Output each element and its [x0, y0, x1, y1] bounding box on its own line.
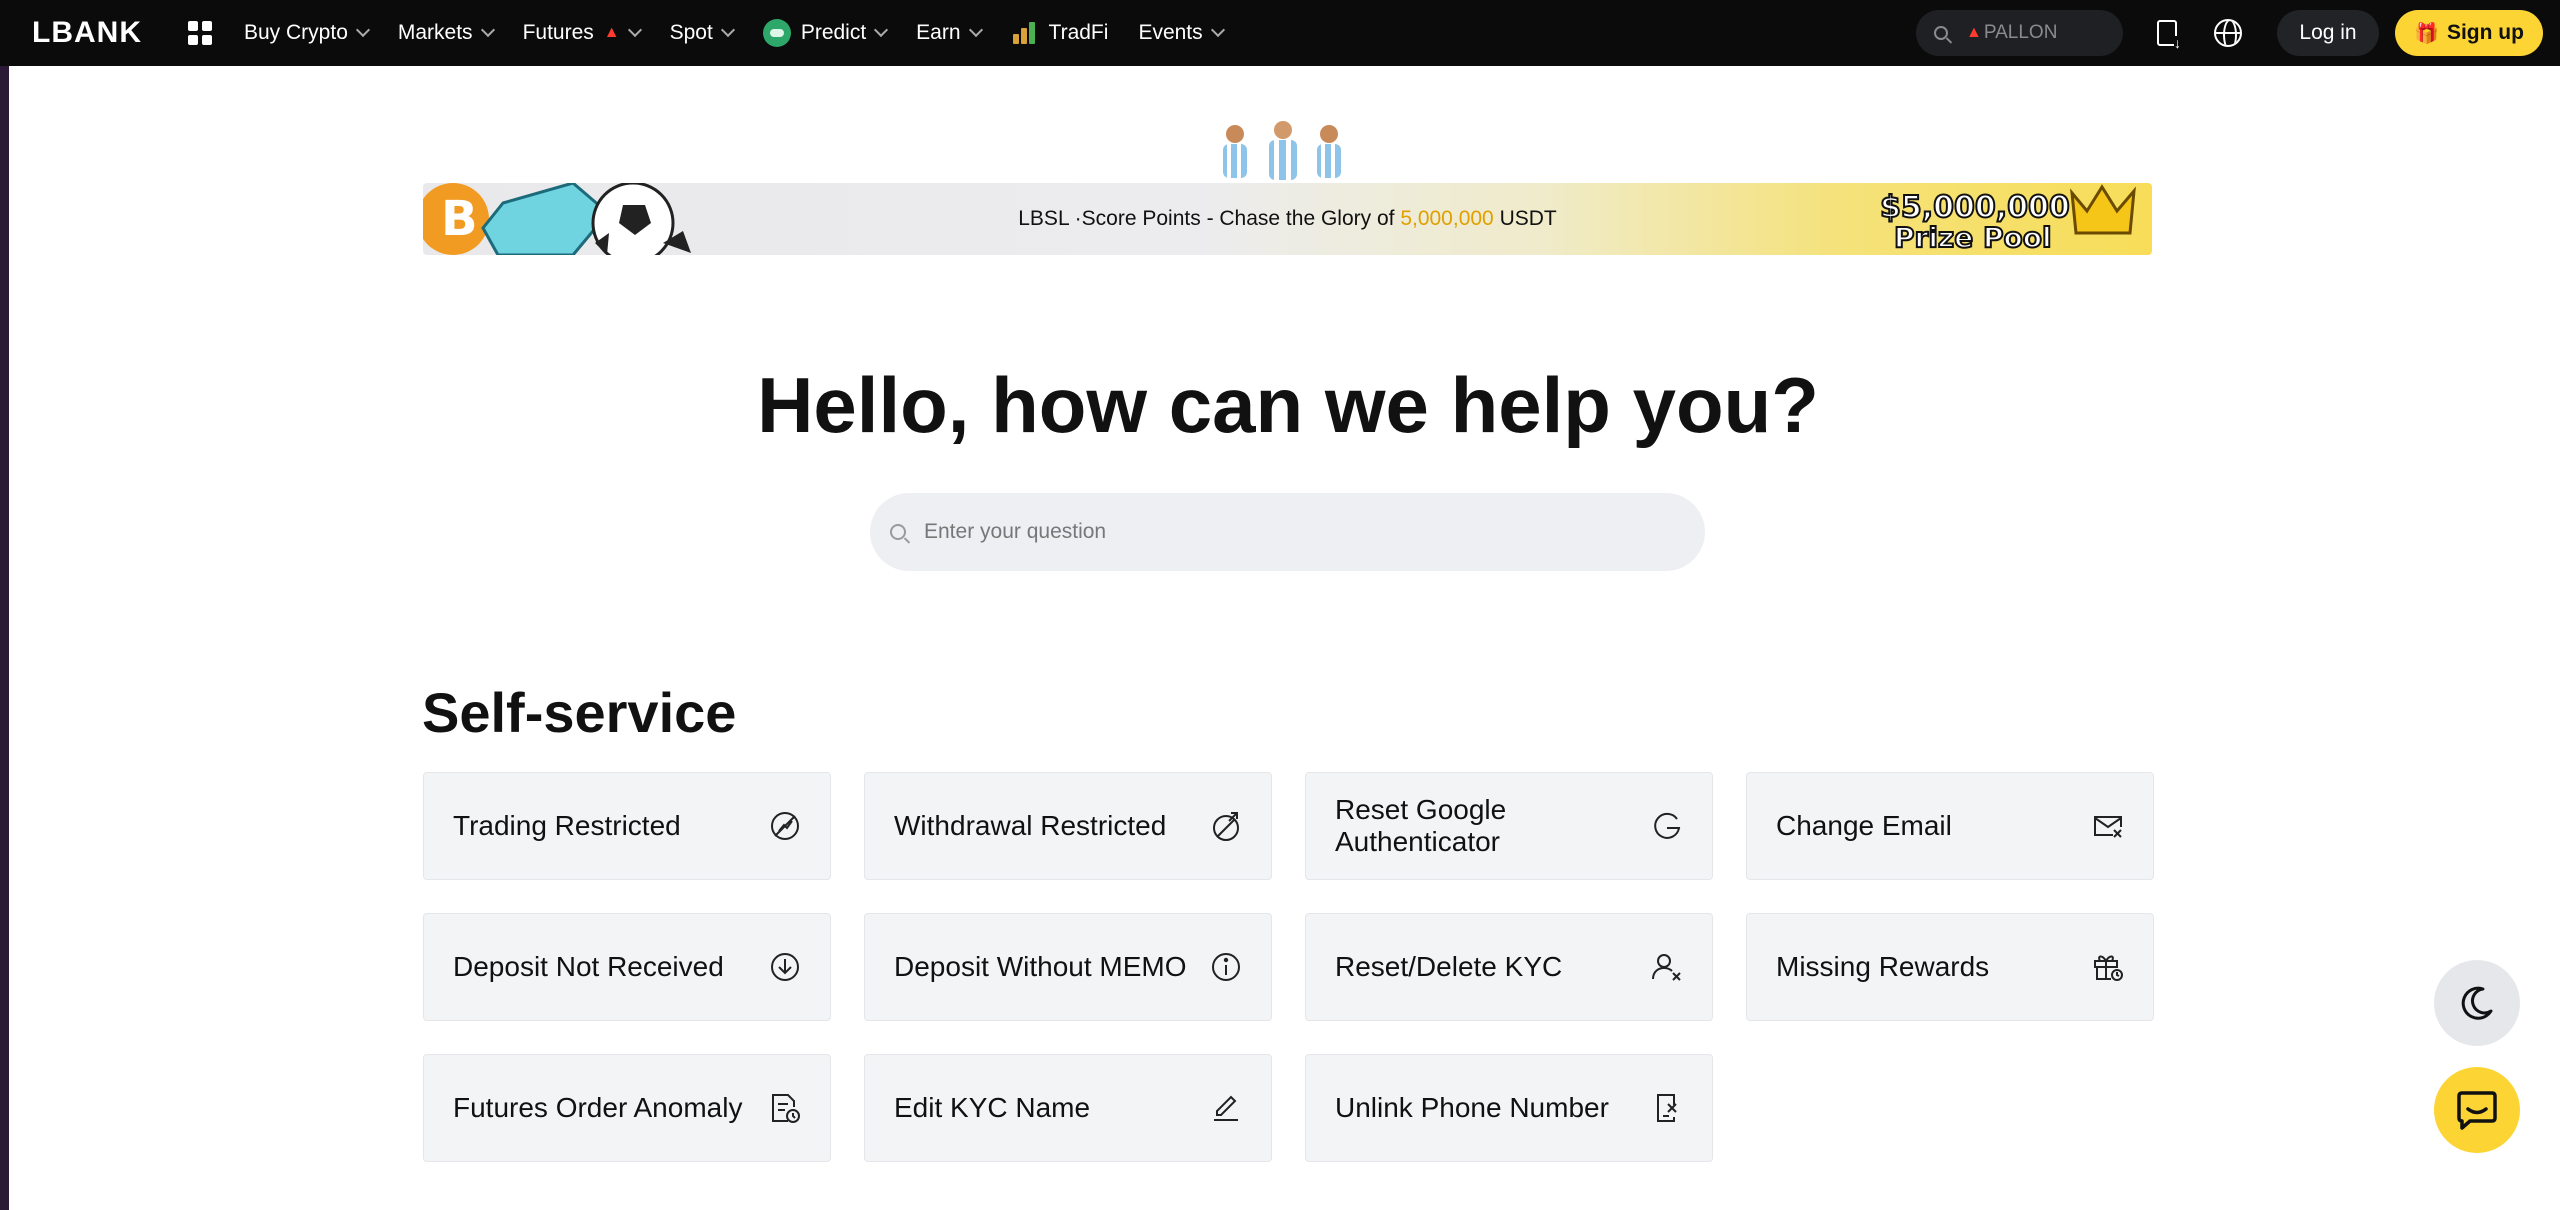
google-icon — [1650, 809, 1684, 843]
card-label: Edit KYC Name — [894, 1092, 1091, 1123]
signup-button[interactable]: 🎁 Sign up — [2395, 10, 2543, 56]
predict-icon — [762, 19, 791, 47]
phone-unlink-icon — [1650, 1091, 1684, 1125]
top-nav: LBANK Buy Crypto Markets Futures ▲ Spot … — [0, 0, 2560, 66]
banner-highlight: 5,000,000 — [1400, 207, 1494, 230]
card-reset-delete-kyc[interactable]: Reset/Delete KYC — [1305, 913, 1713, 1021]
help-search-input[interactable]: Enter your question — [870, 493, 1705, 571]
nav-item-label: Buy Crypto — [244, 21, 348, 44]
info-circle-icon — [1209, 950, 1243, 984]
download-circle-icon — [768, 950, 802, 984]
search-icon — [890, 524, 906, 540]
card-deposit-not-received[interactable]: Deposit Not Received — [423, 913, 831, 1021]
search-icon — [1934, 26, 1948, 40]
nav-item-label: Futures — [522, 21, 594, 44]
nav-search-input[interactable]: ▲ PALLON — [1916, 10, 2123, 56]
banner-text-prefix: LBSL ·Score Points - Chase the Glory of — [1018, 207, 1401, 230]
nav-item-events[interactable]: Events — [1138, 0, 1225, 66]
chevron-down-icon — [874, 22, 889, 38]
card-label: Change Email — [1776, 810, 1952, 841]
banner-text-suffix: USDT — [1493, 207, 1557, 230]
card-withdrawal-restricted[interactable]: Withdrawal Restricted — [864, 772, 1272, 880]
nav-item-label: Events — [1138, 21, 1203, 44]
window-edge — [0, 0, 9, 1210]
card-label: Reset Google Authenticator — [1335, 794, 1507, 857]
signup-label: Sign up — [2446, 21, 2524, 44]
moon-icon — [2461, 986, 2493, 1020]
fire-icon: ▲ — [1966, 24, 1982, 41]
nav-search-placeholder: PALLON — [1983, 22, 2058, 43]
user-remove-icon — [1650, 950, 1684, 984]
download-app-icon[interactable] — [2157, 20, 2181, 50]
card-label: Withdrawal Restricted — [894, 810, 1167, 841]
chat-icon — [2457, 1091, 2497, 1130]
prize-amount: $5,000,000 — [1880, 190, 2070, 225]
card-change-email[interactable]: Change Email — [1746, 772, 2154, 880]
nav-item-label: Markets — [397, 21, 473, 44]
promo-banner[interactable]: B LBSL ·Score Points - Chase the Glory o… — [423, 183, 2152, 255]
card-label: Trading Restricted — [453, 810, 681, 841]
chevron-down-icon — [627, 22, 642, 38]
email-icon — [2091, 809, 2125, 843]
nav-item-tradfi[interactable]: TradFi — [1011, 0, 1109, 66]
nav-item-buy-crypto[interactable]: Buy Crypto — [244, 0, 370, 66]
chevron-down-icon — [480, 22, 495, 38]
fire-icon: ▲ — [603, 24, 620, 41]
chevron-down-icon — [1210, 22, 1225, 38]
players-illustration — [1223, 121, 1341, 180]
chevron-down-icon — [720, 22, 735, 38]
nav-item-predict[interactable]: Predict — [762, 0, 889, 66]
support-chat-button[interactable] — [2434, 1067, 2520, 1153]
card-trading-restricted[interactable]: Trading Restricted — [423, 772, 831, 880]
nav-item-earn[interactable]: Earn — [916, 0, 983, 66]
card-label: Reset/Delete KYC — [1335, 951, 1563, 982]
banner-text: LBSL ·Score Points - Chase the Glory of … — [1018, 207, 1557, 231]
card-label: Unlink Phone Number — [1335, 1092, 1609, 1123]
edit-icon — [1209, 1091, 1243, 1125]
card-deposit-without-memo[interactable]: Deposit Without MEMO — [864, 913, 1272, 1021]
apps-grid-icon[interactable] — [188, 21, 212, 45]
card-missing-rewards[interactable]: Missing Rewards — [1746, 913, 2154, 1021]
login-button[interactable]: Log in — [2277, 10, 2379, 56]
card-label: Deposit Not Received — [453, 951, 724, 982]
chevron-down-icon — [968, 22, 983, 38]
lbank-logo[interactable]: LBANK — [32, 16, 142, 49]
self-service-title: Self-service — [422, 681, 737, 744]
banner-art-left: B — [423, 183, 691, 255]
card-unlink-phone-number[interactable]: Unlink Phone Number — [1305, 1054, 1713, 1162]
globe-icon[interactable] — [2214, 19, 2242, 47]
nav-item-label: Predict — [800, 21, 867, 44]
nav-item-spot[interactable]: Spot — [669, 0, 735, 66]
help-search-placeholder: Enter your question — [924, 520, 1107, 543]
nav-item-label: TradFi — [1048, 21, 1109, 44]
chevron-down-icon — [355, 22, 370, 38]
nav-menu: Buy Crypto Markets Futures ▲ Spot Predic… — [244, 0, 1253, 66]
nav-item-futures[interactable]: Futures ▲ — [522, 0, 642, 66]
tradfi-icon — [1011, 22, 1039, 44]
nav-item-label: Spot — [669, 21, 713, 44]
card-futures-order-anomaly[interactable]: Futures Order Anomaly — [423, 1054, 831, 1162]
prize-pool-badge: $5,000,000 Prize Pool — [1879, 184, 2136, 255]
card-reset-google-authenticator[interactable]: Reset Google Authenticator — [1305, 772, 1713, 880]
gift-icon: 🎁 — [2414, 22, 2439, 45]
page-title: Hello, how can we help you? — [757, 361, 1819, 449]
card-edit-kyc-name[interactable]: Edit KYC Name — [864, 1054, 1272, 1162]
withdrawal-restricted-icon — [1209, 809, 1243, 843]
gift-icon — [2091, 950, 2125, 984]
svg-text:B: B — [441, 191, 478, 247]
card-label: Deposit Without MEMO — [894, 951, 1187, 982]
document-clock-icon — [768, 1091, 802, 1125]
nav-item-label: Earn — [916, 21, 961, 44]
prize-pool-label: Prize Pool — [1894, 221, 2052, 254]
nav-item-markets[interactable]: Markets — [397, 0, 495, 66]
card-label: Futures Order Anomaly — [453, 1092, 743, 1123]
self-service-grid: Trading Restricted Withdrawal Restricted… — [423, 772, 2154, 1162]
trading-restricted-icon — [768, 809, 802, 843]
card-label: Missing Rewards — [1776, 951, 1990, 982]
dark-mode-toggle[interactable] — [2434, 960, 2520, 1046]
